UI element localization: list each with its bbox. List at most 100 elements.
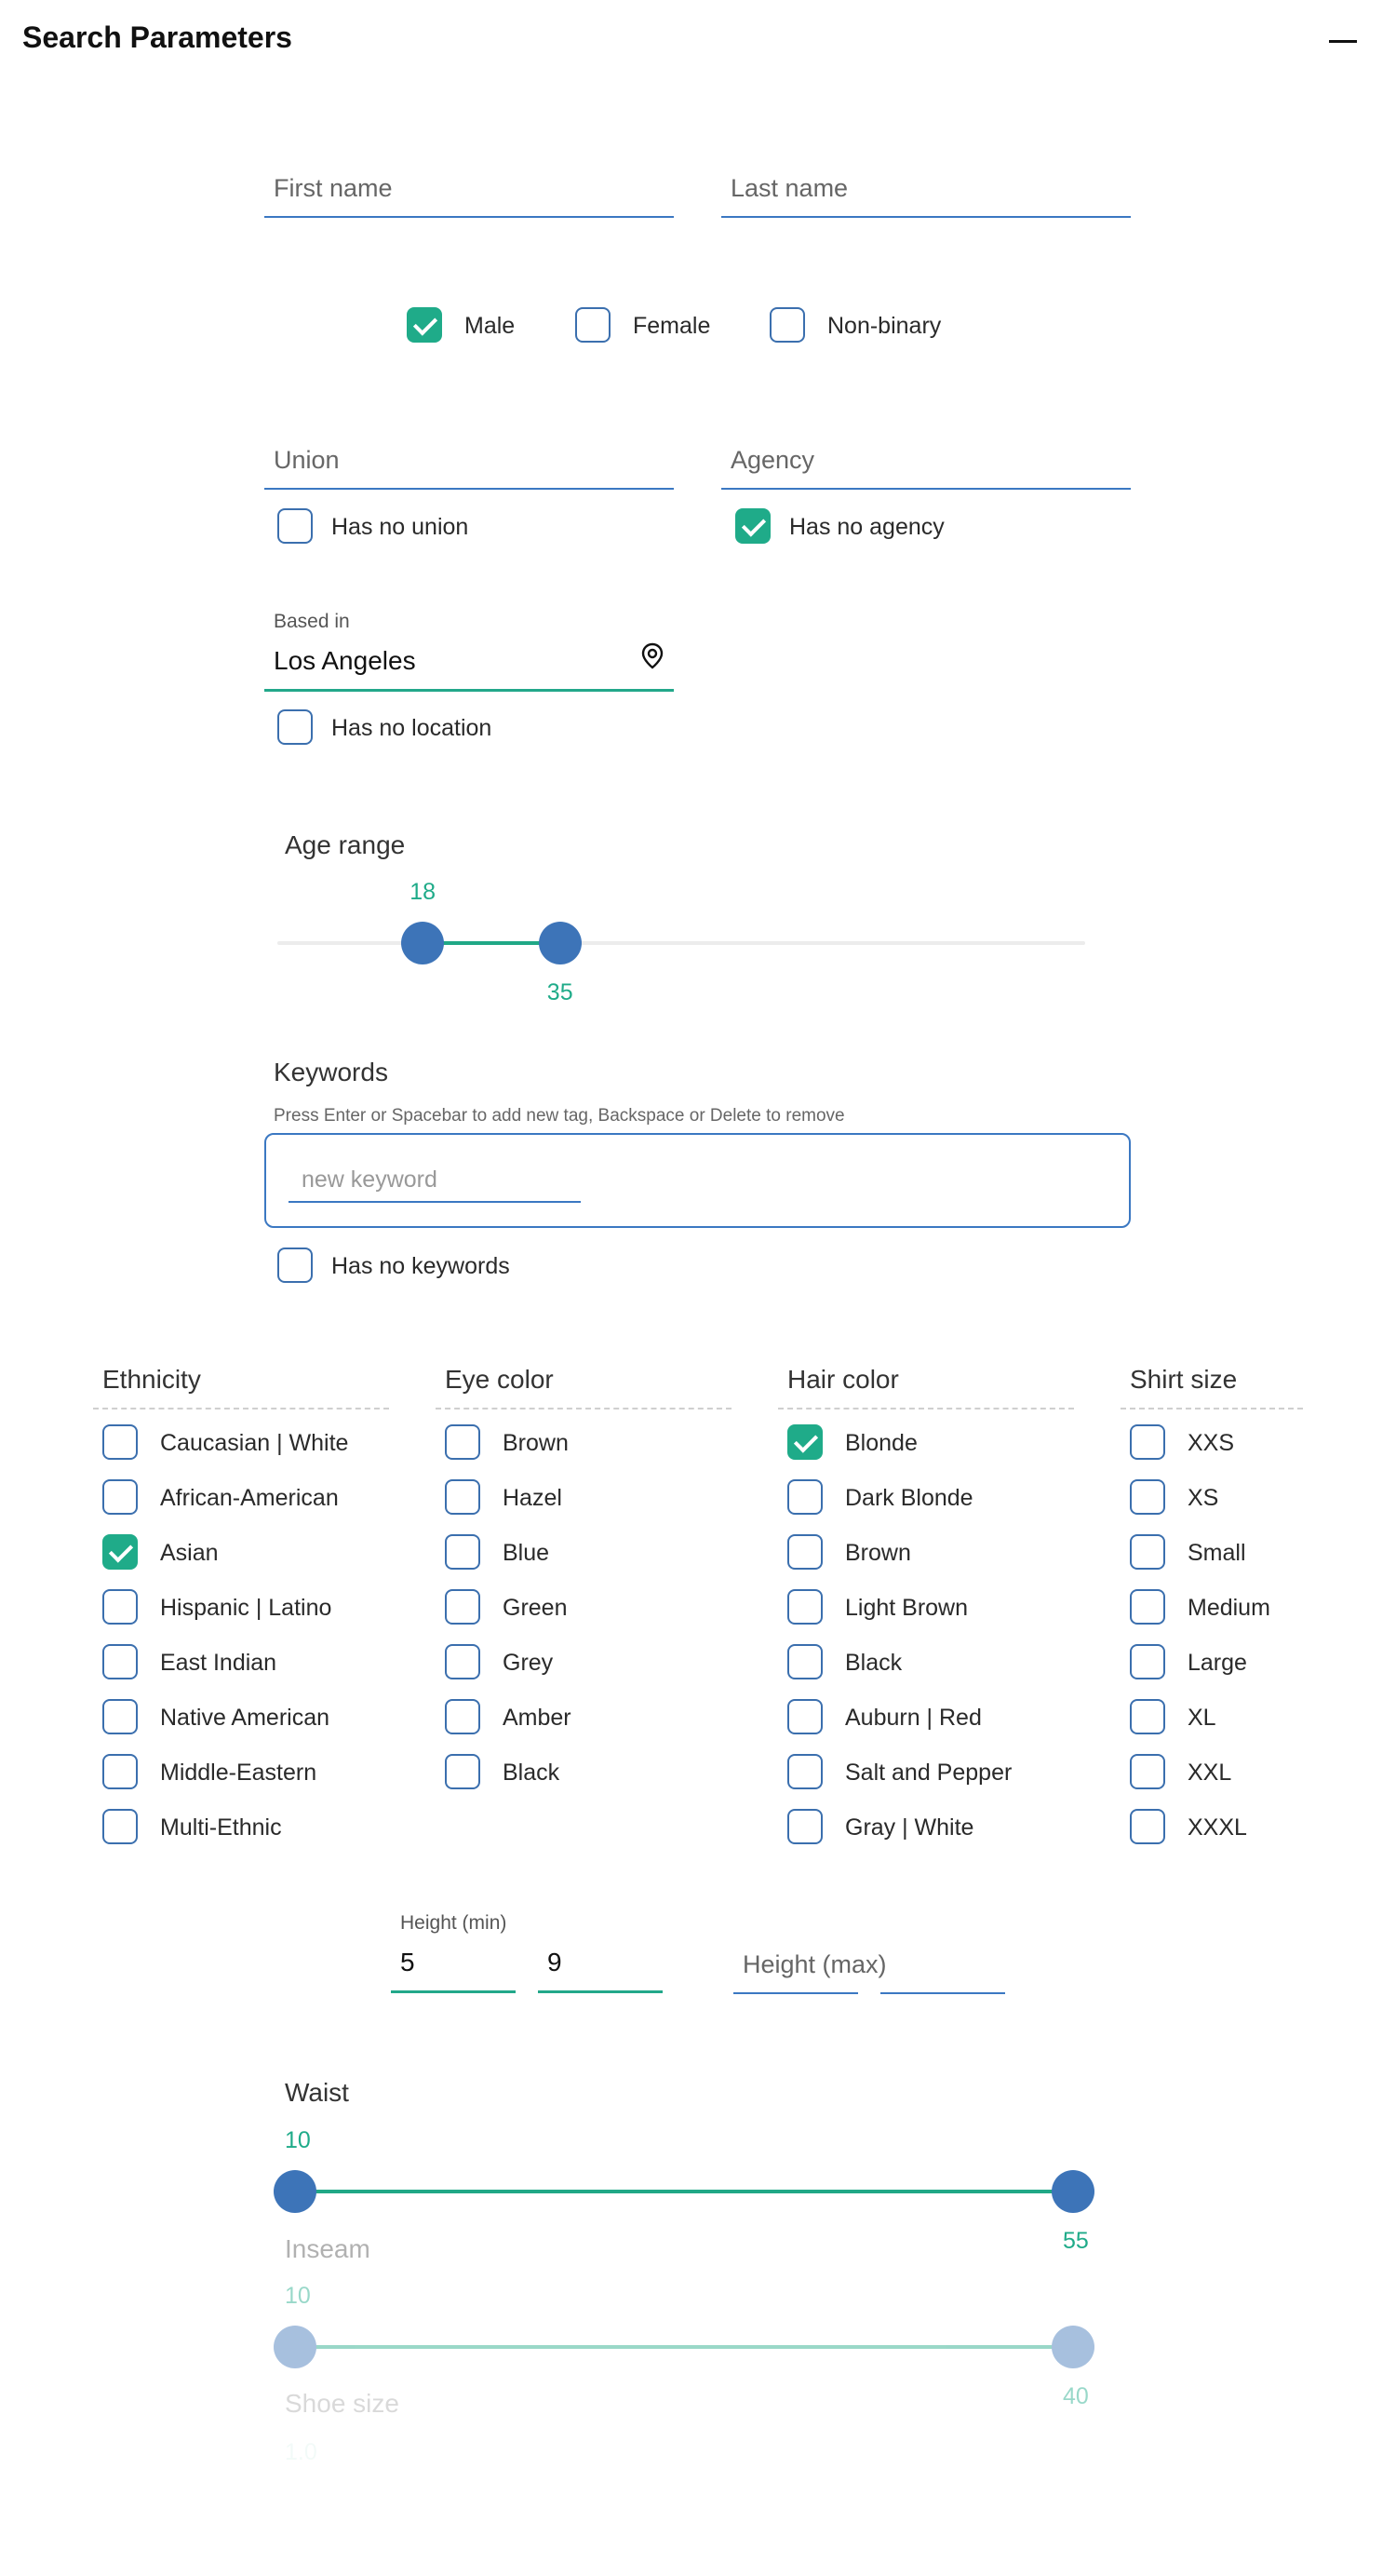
eye-color-checkbox[interactable] bbox=[445, 1534, 480, 1570]
waist-min-handle[interactable] bbox=[274, 2170, 316, 2213]
waist-slider[interactable]: 10 55 bbox=[274, 2127, 1094, 2254]
ethnicity-option-label: Hispanic | Latino bbox=[160, 1595, 332, 1621]
ethnicity-checkbox[interactable] bbox=[102, 1589, 138, 1625]
age-range-slider[interactable]: 18 35 bbox=[277, 879, 1085, 1005]
ethnicity-option-label: African-American bbox=[160, 1485, 339, 1511]
age-min-value: 18 bbox=[409, 879, 436, 905]
waist-min-value: 10 bbox=[285, 2127, 311, 2153]
height-max-inches-field[interactable] bbox=[880, 1944, 1005, 1994]
eye-color-checkbox[interactable] bbox=[445, 1424, 480, 1460]
hair-color-checkbox[interactable] bbox=[787, 1424, 823, 1460]
no-union-checkbox[interactable] bbox=[277, 508, 313, 544]
eye-color-option-label: Hazel bbox=[503, 1485, 562, 1511]
inseam-slider[interactable]: 10 40 bbox=[274, 2283, 1094, 2409]
hair-color-checkbox[interactable] bbox=[787, 1809, 823, 1844]
height-min-feet-field[interactable]: 5 bbox=[391, 1942, 516, 1993]
age-range-label: Age range bbox=[285, 830, 406, 859]
keywords-label: Keywords bbox=[274, 1058, 388, 1086]
ethnicity-checkbox[interactable] bbox=[102, 1644, 138, 1679]
eye-color-heading: Eye color bbox=[445, 1365, 554, 1394]
inseam-max-handle[interactable] bbox=[1052, 2326, 1094, 2368]
inseam-min-handle[interactable] bbox=[274, 2326, 316, 2368]
shirt-size-checkbox[interactable] bbox=[1130, 1644, 1165, 1679]
hair-color-checkbox[interactable] bbox=[787, 1534, 823, 1570]
union-placeholder: Union bbox=[274, 446, 340, 474]
new-keyword-input[interactable] bbox=[289, 1167, 581, 1203]
ethnicity-option-label: East Indian bbox=[160, 1650, 277, 1676]
hair-color-checkbox[interactable] bbox=[787, 1754, 823, 1789]
ethnicity-checkbox[interactable] bbox=[102, 1754, 138, 1789]
collapse-icon[interactable] bbox=[1329, 40, 1357, 43]
eye-color-checkbox[interactable] bbox=[445, 1644, 480, 1679]
ethnicity-checkbox[interactable] bbox=[102, 1479, 138, 1515]
height-min-feet-value: 5 bbox=[400, 1948, 415, 1976]
no-agency-checkbox[interactable] bbox=[735, 508, 771, 544]
based-in-field[interactable]: Los Angeles bbox=[264, 641, 674, 692]
hair-color-option-label: Dark Blonde bbox=[845, 1485, 973, 1511]
ethnicity-checkbox[interactable] bbox=[102, 1424, 138, 1460]
female-checkbox[interactable] bbox=[575, 307, 611, 343]
ethnicity-checkbox[interactable] bbox=[102, 1809, 138, 1844]
last-name-field[interactable]: Last name bbox=[721, 168, 1131, 218]
panel-title: Search Parameters bbox=[22, 20, 292, 54]
based-in-value: Los Angeles bbox=[274, 646, 416, 675]
ethnicity-divider bbox=[93, 1408, 389, 1409]
shirt-size-checkbox[interactable] bbox=[1130, 1534, 1165, 1570]
agency-placeholder: Agency bbox=[731, 446, 815, 474]
waist-label: Waist bbox=[285, 2078, 349, 2107]
shirt-size-checkbox[interactable] bbox=[1130, 1699, 1165, 1734]
eye-color-option-label: Black bbox=[503, 1760, 560, 1786]
shoe-size-label: Shoe size bbox=[285, 2389, 399, 2418]
hair-color-checkbox[interactable] bbox=[787, 1644, 823, 1679]
eye-color-checkbox[interactable] bbox=[445, 1754, 480, 1789]
based-in-label: Based in bbox=[274, 611, 350, 632]
shirt-size-option-label: Large bbox=[1188, 1650, 1247, 1676]
inseam-label: Inseam bbox=[285, 2234, 370, 2263]
first-name-field[interactable]: First name bbox=[264, 168, 674, 218]
ethnicity-option-label: Multi-Ethnic bbox=[160, 1814, 282, 1841]
eye-color-option-label: Green bbox=[503, 1595, 568, 1621]
inseam-min-value: 10 bbox=[285, 2283, 311, 2309]
hair-color-option-label: Blonde bbox=[845, 1430, 918, 1456]
ethnicity-checkbox[interactable] bbox=[102, 1534, 138, 1570]
keywords-help-text: Press Enter or Spacebar to add new tag, … bbox=[274, 1106, 845, 1126]
age-min-handle[interactable] bbox=[401, 922, 445, 964]
eye-color-option-label: Grey bbox=[503, 1650, 554, 1676]
shirt-size-checkbox[interactable] bbox=[1130, 1424, 1165, 1460]
nonbinary-checkbox[interactable] bbox=[770, 307, 805, 343]
female-label: Female bbox=[633, 313, 711, 339]
no-union-label: Has no union bbox=[331, 514, 469, 540]
eye-color-checkbox[interactable] bbox=[445, 1479, 480, 1515]
inseam-max-value: 40 bbox=[1063, 2383, 1089, 2409]
hair-color-checkbox[interactable] bbox=[787, 1479, 823, 1515]
eye-color-checkbox[interactable] bbox=[445, 1699, 480, 1734]
no-location-checkbox[interactable] bbox=[277, 709, 313, 745]
no-keywords-checkbox[interactable] bbox=[277, 1248, 313, 1283]
hair-color-option-label: Light Brown bbox=[845, 1595, 969, 1621]
age-track bbox=[277, 941, 1085, 945]
height-max-feet-field[interactable]: Height (max) bbox=[733, 1944, 887, 1994]
eye-color-option-label: Brown bbox=[503, 1430, 569, 1456]
waist-max-handle[interactable] bbox=[1052, 2170, 1094, 2213]
agency-field[interactable]: Agency bbox=[721, 439, 1131, 490]
height-min-inches-field[interactable]: 9 bbox=[538, 1942, 663, 1993]
age-max-value: 35 bbox=[546, 979, 573, 1005]
hair-color-checkbox[interactable] bbox=[787, 1699, 823, 1734]
location-pin-icon[interactable] bbox=[640, 642, 664, 670]
eye-color-checkbox[interactable] bbox=[445, 1589, 480, 1625]
hair-color-divider bbox=[778, 1408, 1074, 1409]
union-field[interactable]: Union bbox=[264, 439, 674, 490]
hair-color-option-label: Gray | White bbox=[845, 1814, 974, 1841]
age-max-handle[interactable] bbox=[538, 922, 582, 964]
ethnicity-checkbox[interactable] bbox=[102, 1699, 138, 1734]
shirt-size-checkbox[interactable] bbox=[1130, 1479, 1165, 1515]
shirt-size-checkbox[interactable] bbox=[1130, 1754, 1165, 1789]
shirt-size-checkbox[interactable] bbox=[1130, 1809, 1165, 1844]
shirt-size-checkbox[interactable] bbox=[1130, 1589, 1165, 1625]
ethnicity-option-label: Native American bbox=[160, 1705, 330, 1731]
male-checkbox[interactable] bbox=[407, 307, 442, 343]
keywords-box[interactable] bbox=[264, 1133, 1131, 1228]
eye-color-option-label: Amber bbox=[503, 1705, 571, 1731]
eye-color-divider bbox=[436, 1408, 732, 1409]
hair-color-checkbox[interactable] bbox=[787, 1589, 823, 1625]
